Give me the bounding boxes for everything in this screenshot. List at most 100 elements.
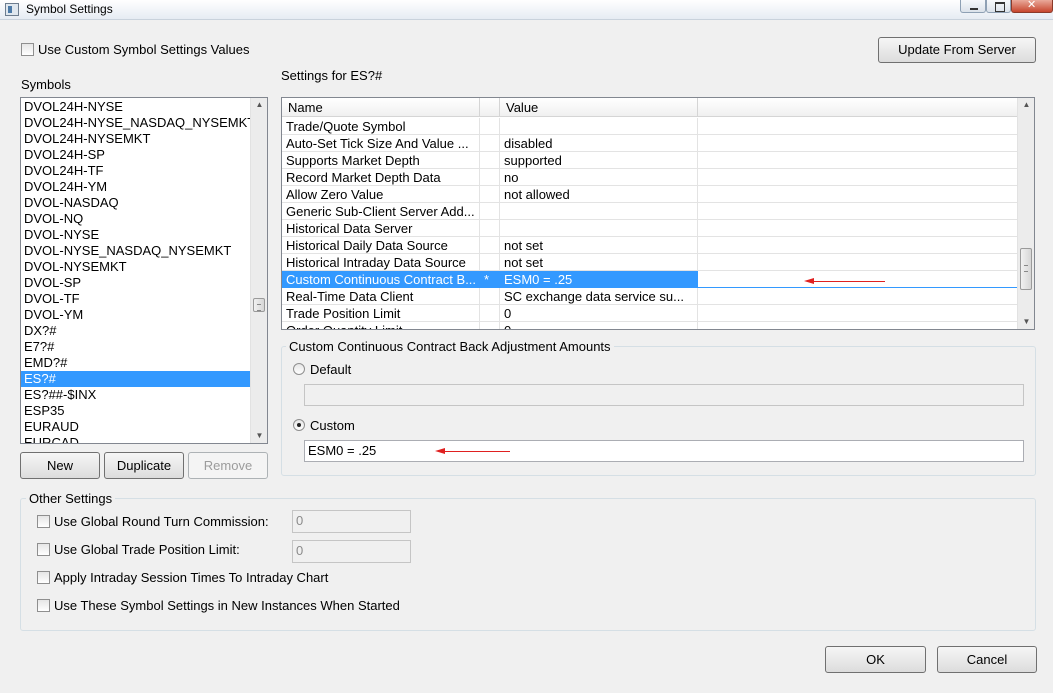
close-button[interactable] [1011, 0, 1053, 13]
settings-row[interactable]: Generic Sub-Client Server Add... [282, 203, 1019, 220]
settings-row[interactable]: Allow Zero Value not allowed [282, 186, 1019, 203]
setting-flag-cell[interactable] [480, 152, 500, 169]
symbol-list-item[interactable]: DVOL-NYSEMKT [21, 259, 251, 275]
setting-value-cell[interactable]: ESM0 = .25 [500, 271, 698, 288]
symbol-list-item[interactable]: DVOL24H-NYSE [21, 99, 251, 115]
symbol-list-item[interactable]: DVOL24H-NYSE_NASDAQ_NYSEMKT [21, 115, 251, 131]
setting-value-cell[interactable]: not set [500, 254, 698, 271]
symbol-list-item[interactable]: DVOL-YM [21, 307, 251, 323]
new-instances-checkbox[interactable] [37, 599, 50, 612]
ok-button[interactable]: OK [825, 646, 926, 673]
setting-flag-cell[interactable] [480, 135, 500, 152]
settings-row[interactable]: Auto-Set Tick Size And Value ... disabled [282, 135, 1019, 152]
setting-value-cell[interactable] [500, 220, 698, 237]
symbol-list-item[interactable]: DVOL-NASDAQ [21, 195, 251, 211]
symbols-list[interactable]: DVOL24H-NYSE DVOL24H-NYSE_NASDAQ_NYSEMKT D… [20, 97, 268, 444]
setting-flag-cell[interactable] [480, 203, 500, 220]
scroll-thumb[interactable] [1020, 248, 1032, 290]
symbol-list-item[interactable]: ES?# [21, 371, 251, 387]
setting-value-cell[interactable] [500, 203, 698, 220]
maximize-button[interactable] [986, 0, 1011, 13]
custom-value-field[interactable]: ESM0 = .25 [304, 440, 1024, 462]
setting-flag-cell[interactable]: * [480, 271, 500, 288]
duplicate-symbol-button[interactable]: Duplicate [104, 452, 184, 479]
setting-flag-cell[interactable] [480, 186, 500, 203]
symbol-list-item[interactable]: DVOL-NYSE [21, 227, 251, 243]
setting-name-cell[interactable]: Historical Data Server [282, 220, 480, 237]
setting-value-cell[interactable]: 0 [500, 305, 698, 322]
setting-value-cell[interactable]: 0 [500, 322, 698, 329]
setting-name-cell[interactable]: Real-Time Data Client [282, 288, 480, 305]
new-symbol-button[interactable]: New [20, 452, 100, 479]
default-value-field[interactable] [304, 384, 1024, 406]
settings-row[interactable]: Trade Position Limit 0 [282, 305, 1019, 322]
symbol-list-item[interactable]: EMD?# [21, 355, 251, 371]
symbol-list-item[interactable]: ESP35 [21, 403, 251, 419]
symbol-list-item[interactable]: DVOL24H-YM [21, 179, 251, 195]
minimize-button[interactable] [960, 0, 986, 13]
column-header-name[interactable]: Name [282, 98, 480, 117]
setting-name-cell[interactable]: Historical Intraday Data Source [282, 254, 480, 271]
symbol-list-item[interactable]: DVOL24H-NYSEMKT [21, 131, 251, 147]
setting-flag-cell[interactable] [480, 305, 500, 322]
setting-value-cell[interactable]: SC exchange data service su... [500, 288, 698, 305]
settings-row[interactable]: Custom Continuous Contract B... * ESM0 = .… [282, 271, 1019, 288]
setting-name-cell[interactable]: Supports Market Depth [282, 152, 480, 169]
use-custom-settings-checkbox[interactable] [21, 43, 34, 56]
settings-row[interactable]: Historical Daily Data Source not set [282, 237, 1019, 254]
setting-name-cell[interactable]: Auto-Set Tick Size And Value ... [282, 135, 480, 152]
setting-flag-cell[interactable] [480, 288, 500, 305]
scroll-up-icon[interactable]: ▲ [251, 98, 267, 112]
update-from-server-button[interactable]: Update From Server [878, 37, 1036, 63]
setting-value-cell[interactable] [500, 118, 698, 135]
setting-value-cell[interactable]: no [500, 169, 698, 186]
custom-radio[interactable] [293, 419, 305, 431]
setting-flag-cell[interactable] [480, 237, 500, 254]
symbol-list-item[interactable]: DVOL-NYSE_NASDAQ_NYSEMKT [21, 243, 251, 259]
scroll-down-icon[interactable]: ▼ [251, 429, 267, 443]
symbol-list-item[interactable]: DVOL24H-TF [21, 163, 251, 179]
symbol-list-item[interactable]: ES?##-$INX [21, 387, 251, 403]
column-header-flag[interactable] [480, 98, 500, 117]
settings-row[interactable]: Trade/Quote Symbol [282, 118, 1019, 135]
settings-row[interactable]: Supports Market Depth supported [282, 152, 1019, 169]
symbol-list-item[interactable]: DVOL24H-SP [21, 147, 251, 163]
setting-flag-cell[interactable] [480, 322, 500, 329]
setting-flag-cell[interactable] [480, 220, 500, 237]
setting-value-cell[interactable]: not set [500, 237, 698, 254]
setting-value-cell[interactable]: supported [500, 152, 698, 169]
round-turn-checkbox[interactable] [37, 515, 50, 528]
settings-row[interactable]: Historical Intraday Data Source not set [282, 254, 1019, 271]
default-radio[interactable] [293, 363, 305, 375]
trade-limit-checkbox[interactable] [37, 543, 50, 556]
cancel-button[interactable]: Cancel [937, 646, 1037, 673]
settings-row[interactable]: Order Quantity Limit 0 [282, 322, 1019, 329]
settings-row[interactable]: Record Market Depth Data no [282, 169, 1019, 186]
scroll-up-icon[interactable]: ▲ [1018, 98, 1034, 112]
settings-grid[interactable]: Name Value Trade/Quote Symbol Auto-Set Ti… [281, 97, 1035, 330]
setting-flag-cell[interactable] [480, 169, 500, 186]
settings-row[interactable]: Real-Time Data Client SC exchange data se… [282, 288, 1019, 305]
trade-limit-field[interactable]: 0 [292, 540, 411, 563]
setting-name-cell[interactable]: Generic Sub-Client Server Add... [282, 203, 480, 220]
setting-name-cell[interactable]: Historical Daily Data Source [282, 237, 480, 254]
session-times-checkbox[interactable] [37, 571, 50, 584]
symbols-scrollbar[interactable]: ▲ ▼ [250, 98, 267, 443]
scroll-thumb[interactable] [253, 298, 265, 312]
symbol-list-item[interactable]: DVOL-SP [21, 275, 251, 291]
symbol-list-item[interactable]: EURCAD [21, 435, 251, 443]
setting-flag-cell[interactable] [480, 254, 500, 271]
setting-name-cell[interactable]: Order Quantity Limit [282, 322, 480, 329]
scroll-down-icon[interactable]: ▼ [1018, 315, 1034, 329]
symbol-list-item[interactable]: EURAUD [21, 419, 251, 435]
symbol-list-item[interactable]: DX?# [21, 323, 251, 339]
settings-scrollbar[interactable]: ▲ ▼ [1017, 98, 1034, 329]
setting-name-cell[interactable]: Trade Position Limit [282, 305, 480, 322]
column-header-value[interactable]: Value [500, 98, 698, 117]
setting-name-cell[interactable]: Allow Zero Value [282, 186, 480, 203]
settings-row[interactable]: Historical Data Server [282, 220, 1019, 237]
setting-name-cell[interactable]: Record Market Depth Data [282, 169, 480, 186]
setting-value-cell[interactable]: disabled [500, 135, 698, 152]
remove-symbol-button[interactable]: Remove [188, 452, 268, 479]
round-turn-field[interactable]: 0 [292, 510, 411, 533]
